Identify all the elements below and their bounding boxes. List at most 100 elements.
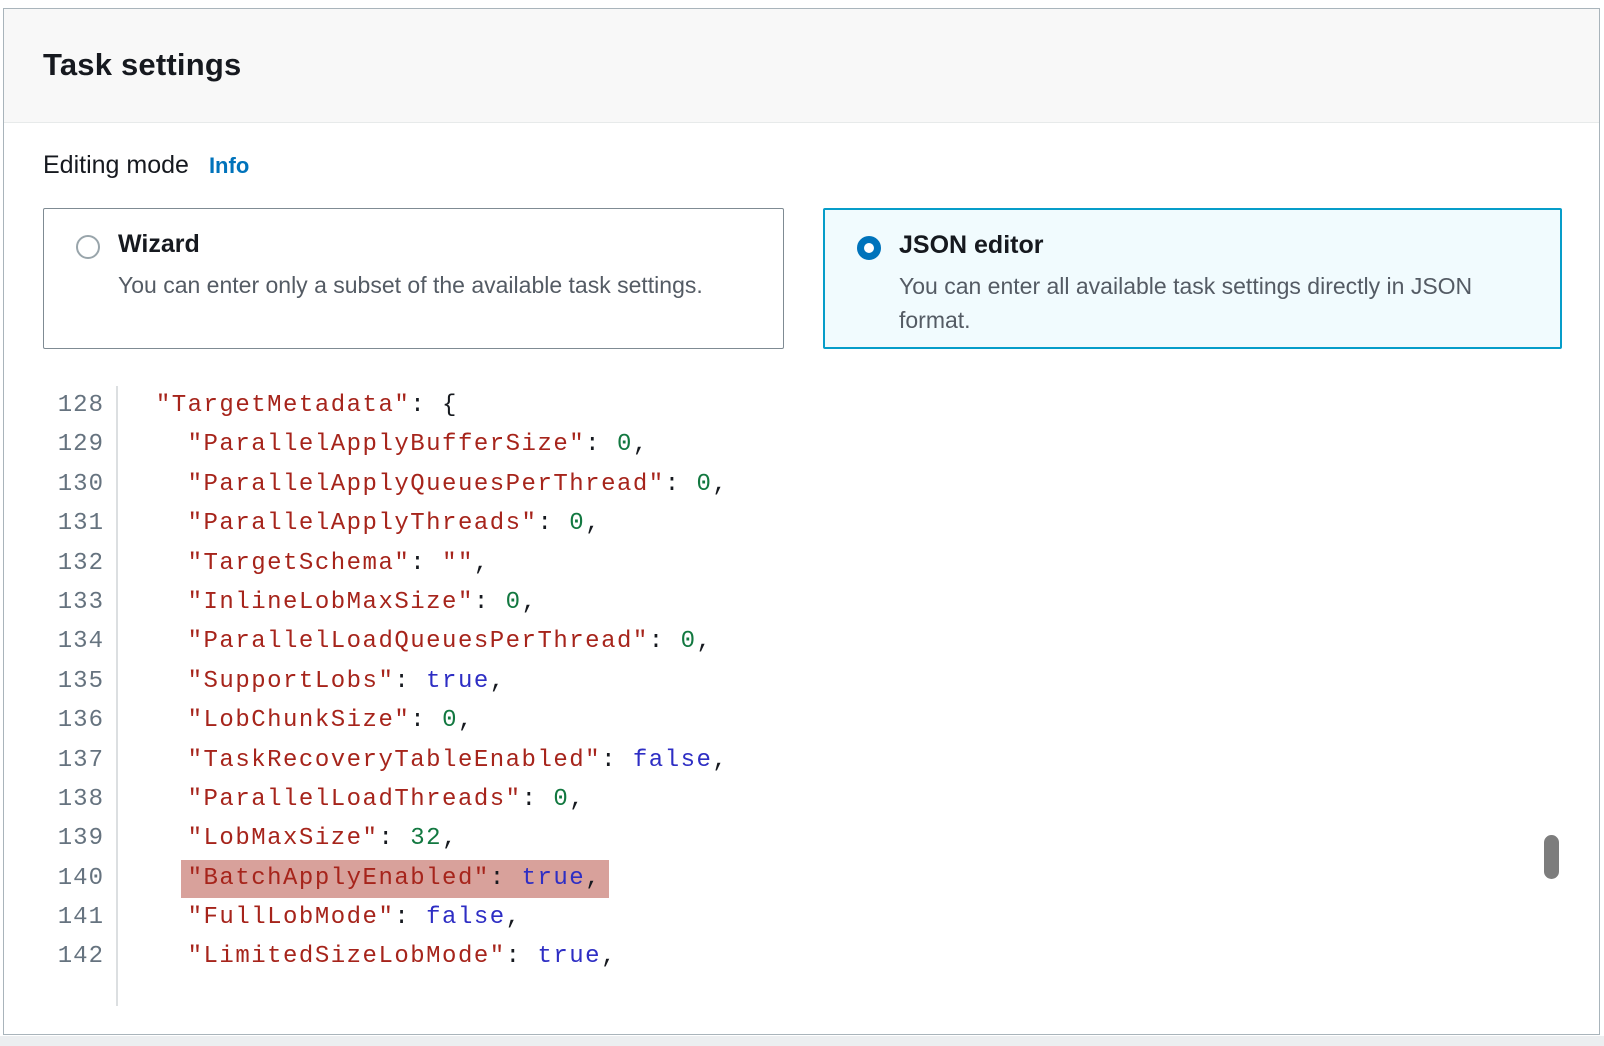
code-token-key: "TargetSchema" <box>188 550 411 577</box>
card-header: Task settings <box>4 9 1599 123</box>
code-token-key: "ParallelLoadQueuesPerThread" <box>188 628 649 655</box>
code-token-key: "" <box>442 550 474 577</box>
line-number: 141 <box>4 898 104 937</box>
code-token-bool: false <box>426 904 506 931</box>
tile-wizard-inner: Wizard You can enter only a subset of th… <box>76 230 763 302</box>
code-token-num: 0 <box>442 707 458 734</box>
code-line[interactable]: 134 "ParallelLoadQueuesPerThread": 0, <box>4 622 1595 661</box>
code-token-num: 0 <box>553 786 569 813</box>
code-line[interactable]: 137 "TaskRecoveryTableEnabled": false, <box>4 741 1595 780</box>
code-token-key: "ParallelLoadThreads" <box>188 786 522 813</box>
code-token-key: "SupportLobs" <box>188 668 395 695</box>
code-line[interactable]: 133 "InlineLobMaxSize": 0, <box>4 583 1595 622</box>
code-token-num: 0 <box>569 510 585 537</box>
code-token-key: "FullLobMode" <box>188 904 395 931</box>
code-token-punct: : <box>585 431 617 458</box>
code-token-key: "TargetMetadata" <box>156 392 410 419</box>
line-number: 138 <box>4 780 104 819</box>
code-line[interactable]: 141 "FullLobMode": false, <box>4 898 1595 937</box>
code-token-punct: : <box>537 510 569 537</box>
line-number: 129 <box>4 425 104 464</box>
code-area: 128 "TargetMetadata": {129 "ParallelAppl… <box>4 386 1595 977</box>
code-token-punct: : <box>474 589 506 616</box>
code-token-bool: true <box>426 668 490 695</box>
code-token-num: 0 <box>681 628 697 655</box>
code-token-punct: , <box>712 747 728 774</box>
code-token-punct: , <box>712 471 728 498</box>
code-token-punct: , <box>569 786 585 813</box>
json-code-editor[interactable]: 128 "TargetMetadata": {129 "ParallelAppl… <box>4 386 1595 977</box>
code-token-punct: , <box>506 904 522 931</box>
code-token-key: "TaskRecoveryTableEnabled" <box>188 747 601 774</box>
tile-json-label: JSON editor <box>899 231 1540 260</box>
code-token-punct: : <box>394 904 426 931</box>
page-bottom-strip <box>0 1036 1604 1046</box>
code-token-punct: : <box>601 747 633 774</box>
line-number: 140 <box>4 859 104 898</box>
code-token-key: "ParallelApplyQueuesPerThread" <box>188 471 665 498</box>
code-line[interactable]: 142 "LimitedSizeLobMode": true, <box>4 937 1595 976</box>
json-editor-radio-icon[interactable] <box>857 236 881 260</box>
code-line[interactable]: 130 "ParallelApplyQueuesPerThread": 0, <box>4 465 1595 504</box>
code-line[interactable]: 128 "TargetMetadata": { <box>4 386 1595 425</box>
code-token-key: "BatchApplyEnabled" <box>188 865 490 892</box>
code-token-num: 0 <box>697 471 713 498</box>
tile-wizard[interactable]: Wizard You can enter only a subset of th… <box>43 208 784 349</box>
code-token-key: "LimitedSizeLobMode" <box>188 943 506 970</box>
tile-wizard-label: Wizard <box>118 230 763 259</box>
code-token-punct: : <box>665 471 697 498</box>
code-token-punct: , <box>697 628 713 655</box>
code-line[interactable]: 138 "ParallelLoadThreads": 0, <box>4 780 1595 819</box>
code-token-bool: false <box>633 747 713 774</box>
code-token-punct: : <box>522 786 554 813</box>
line-number: 134 <box>4 622 104 661</box>
highlighted-code-segment: "BatchApplyEnabled": true, <box>181 860 609 898</box>
code-line[interactable]: 129 "ParallelApplyBufferSize": 0, <box>4 425 1595 464</box>
code-line[interactable]: 135 "SupportLobs": true, <box>4 662 1595 701</box>
page-title: Task settings <box>43 47 241 83</box>
editor-vertical-scrollbar-thumb[interactable] <box>1544 835 1559 879</box>
code-token-punct: , <box>522 589 538 616</box>
code-token-bool: true <box>522 865 586 892</box>
tile-json-editor[interactable]: JSON editor You can enter all available … <box>823 208 1562 349</box>
line-number: 131 <box>4 504 104 543</box>
line-number: 133 <box>4 583 104 622</box>
code-token-punct: , <box>490 668 506 695</box>
line-number: 142 <box>4 937 104 976</box>
line-number: 135 <box>4 662 104 701</box>
code-token-key: "ParallelApplyBufferSize" <box>188 431 586 458</box>
code-token-punct: : <box>490 865 522 892</box>
code-token-key: "InlineLobMaxSize" <box>188 589 474 616</box>
task-settings-card: Task settings Editing mode Info Wizard Yo… <box>3 8 1600 1035</box>
info-link[interactable]: Info <box>209 153 249 179</box>
line-number: 128 <box>4 386 104 425</box>
code-line[interactable]: 131 "ParallelApplyThreads": 0, <box>4 504 1595 543</box>
tile-json-inner: JSON editor You can enter all available … <box>857 231 1540 337</box>
code-token-punct: : { <box>410 392 458 419</box>
code-line[interactable]: 140 "BatchApplyEnabled": true, <box>4 859 1595 898</box>
code-token-punct: : <box>394 668 426 695</box>
tile-wizard-description: You can enter only a subset of the avail… <box>118 268 728 302</box>
code-token-num: 0 <box>617 431 633 458</box>
code-token-punct: : <box>506 943 538 970</box>
code-token-bool: true <box>537 943 601 970</box>
code-line[interactable]: 139 "LobMaxSize": 32, <box>4 819 1595 858</box>
code-line[interactable]: 136 "LobChunkSize": 0, <box>4 701 1595 740</box>
editing-mode-row: Editing mode Info <box>43 151 249 187</box>
code-token-punct: , <box>442 825 458 852</box>
line-number: 132 <box>4 544 104 583</box>
wizard-radio-icon[interactable] <box>76 235 100 259</box>
code-token-key: "ParallelApplyThreads" <box>188 510 538 537</box>
editing-mode-label: Editing mode <box>43 151 189 180</box>
line-number: 137 <box>4 741 104 780</box>
code-token-punct: , <box>458 707 474 734</box>
code-token-num: 0 <box>506 589 522 616</box>
code-token-punct: : <box>410 550 442 577</box>
code-token-punct: : <box>378 825 410 852</box>
code-line[interactable]: 132 "TargetSchema": "", <box>4 544 1595 583</box>
code-token-punct: : <box>649 628 681 655</box>
code-token-punct: , <box>585 865 601 892</box>
line-number: 139 <box>4 819 104 858</box>
code-token-num: 32 <box>410 825 442 852</box>
line-number: 130 <box>4 465 104 504</box>
